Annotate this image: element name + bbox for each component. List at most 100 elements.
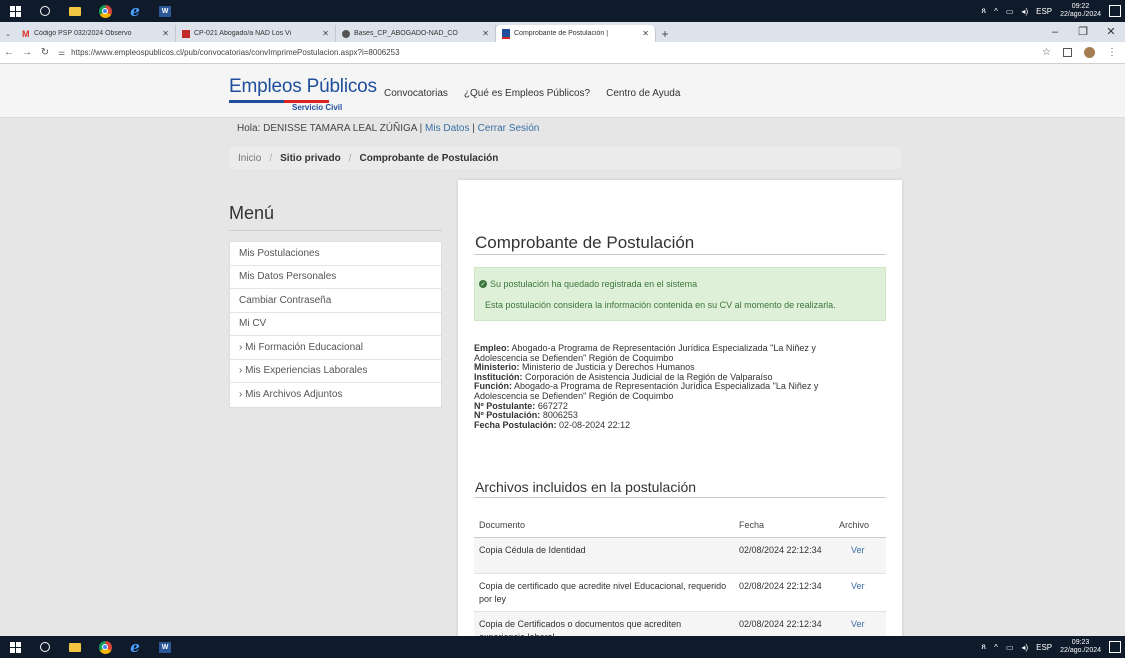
network-icon[interactable]: ▭ bbox=[1006, 643, 1014, 652]
separator: | bbox=[472, 123, 475, 134]
menu-item-formacion-educacional[interactable]: › Mi Formación Educacional bbox=[230, 336, 441, 360]
side-panel-icon[interactable] bbox=[1063, 48, 1072, 57]
detail-fecha: Fecha Postulación: 02-08-2024 22:12 bbox=[474, 419, 631, 430]
tray-chevron-icon[interactable]: ^ bbox=[994, 643, 998, 652]
word-icon[interactable]: W bbox=[150, 0, 180, 22]
browser-menu-icon[interactable]: ⋮ bbox=[1107, 47, 1117, 58]
people-icon[interactable]: ጸ bbox=[981, 642, 986, 652]
windows-taskbar-top: e W ጸ ^ ▭ ◂) ESP 09:22 22/ago./2024 bbox=[0, 0, 1125, 22]
title-divider bbox=[474, 254, 886, 255]
menu-item-mis-datos-personales[interactable]: Mis Datos Personales bbox=[230, 266, 441, 289]
language-indicator[interactable]: ESP bbox=[1036, 643, 1052, 652]
col-archivo: Archivo bbox=[834, 513, 886, 538]
word-icon[interactable]: W bbox=[150, 636, 180, 658]
close-tab-icon[interactable]: ✕ bbox=[482, 29, 489, 38]
check-circle-icon: ✓ bbox=[479, 280, 487, 288]
new-tab-icon[interactable]: + bbox=[656, 25, 674, 42]
browser-tab-3[interactable]: Comprobante de Postulación | ✕ bbox=[496, 25, 656, 42]
close-tab-icon[interactable]: ✕ bbox=[322, 29, 329, 38]
table-header-row: Documento Fecha Archivo bbox=[474, 513, 886, 538]
tab-title: Código PSP 032/2024 Observo bbox=[34, 30, 132, 37]
alert-message: Su postulación ha quedado registrada en … bbox=[490, 279, 698, 289]
brand-subtitle: Servicio Civil bbox=[292, 103, 343, 112]
reload-icon[interactable]: ↻ bbox=[36, 47, 54, 58]
side-menu: Mis Postulaciones Mis Datos Personales C… bbox=[229, 241, 442, 408]
alert-note: Esta postulación considera la informació… bbox=[485, 300, 836, 310]
volume-icon[interactable]: ◂) bbox=[1021, 643, 1028, 652]
windows-taskbar-bottom: e W ጸ ^ ▭ ◂) ESP 09:23 22/ago./2024 bbox=[0, 636, 1125, 658]
files-table: Documento Fecha Archivo Copia Cédula de … bbox=[474, 513, 886, 650]
internet-explorer-icon[interactable]: e bbox=[120, 0, 150, 22]
url-text: https://www.empleospublicos.cl/pub/convo… bbox=[71, 48, 400, 57]
row-document: Copia de certificado que acredite nivel … bbox=[474, 573, 734, 612]
row-date: 02/08/2024 22:12:34 bbox=[734, 537, 834, 574]
browser-tab-2[interactable]: Bases_CP_ABOGADO-NAD_CO ✕ bbox=[336, 25, 496, 42]
mis-datos-link[interactable]: Mis Datos bbox=[425, 123, 469, 134]
nav-centro-ayuda[interactable]: Centro de Ayuda bbox=[606, 88, 680, 99]
language-indicator[interactable]: ESP bbox=[1036, 7, 1052, 16]
browser-tab-strip: ⌄ M Código PSP 032/2024 Observo ✕ CP-021… bbox=[0, 22, 1125, 42]
internet-explorer-icon[interactable]: e bbox=[120, 636, 150, 658]
browser-tab-0[interactable]: M Código PSP 032/2024 Observo ✕ bbox=[16, 25, 176, 42]
site-logo[interactable]: Empleos Públicos Servicio Civil bbox=[229, 77, 377, 112]
address-bar: ← → ↻ ⚌ https://www.empleospublicos.cl/p… bbox=[0, 42, 1125, 64]
nav-que-es[interactable]: ¿Qué es Empleos Públicos? bbox=[464, 88, 590, 99]
profile-avatar-icon[interactable] bbox=[1084, 47, 1095, 58]
windows-start-icon[interactable] bbox=[0, 636, 30, 658]
clock-date: 22/ago./2024 bbox=[1060, 11, 1101, 18]
cerrar-sesion-link[interactable]: Cerrar Sesión bbox=[478, 123, 540, 134]
url-field[interactable]: ⚌ https://www.empleospublicos.cl/pub/con… bbox=[58, 48, 958, 57]
close-tab-icon[interactable]: ✕ bbox=[642, 29, 649, 38]
file-explorer-icon[interactable] bbox=[60, 0, 90, 22]
close-tab-icon[interactable]: ✕ bbox=[162, 29, 169, 38]
menu-item-mis-postulaciones[interactable]: Mis Postulaciones bbox=[230, 242, 441, 266]
nav-convocatorias[interactable]: Convocatorias bbox=[384, 88, 448, 99]
volume-icon[interactable]: ◂) bbox=[1021, 7, 1028, 16]
comprobante-panel: Comprobante de Postulación ✓ Su postulac… bbox=[458, 180, 902, 650]
clock[interactable]: 09:22 22/ago./2024 bbox=[1060, 3, 1101, 19]
site-info-icon[interactable]: ⚌ bbox=[58, 48, 65, 57]
network-icon[interactable]: ▭ bbox=[1006, 7, 1014, 16]
application-details: Empleo: Abogado-a Programa de Representa… bbox=[474, 343, 869, 430]
ver-link[interactable]: Ver bbox=[834, 537, 886, 574]
file-explorer-icon[interactable] bbox=[60, 636, 90, 658]
breadcrumb-inicio[interactable]: Inicio bbox=[238, 153, 261, 164]
forward-icon[interactable]: → bbox=[18, 47, 36, 58]
tray-chevron-icon[interactable]: ^ bbox=[994, 7, 998, 16]
tab-title: Bases_CP_ABOGADO-NAD_CO bbox=[354, 30, 458, 37]
clock[interactable]: 09:23 22/ago./2024 bbox=[1060, 639, 1101, 655]
detail-empleo: Empleo: Abogado-a Programa de Representa… bbox=[474, 343, 816, 363]
col-fecha: Fecha bbox=[734, 513, 834, 538]
minimize-icon[interactable]: – bbox=[1041, 25, 1069, 42]
bookmark-star-icon[interactable]: ☆ bbox=[1042, 47, 1051, 58]
cortana-search-icon[interactable] bbox=[30, 0, 60, 22]
files-section-title: Archivos incluidos en la postulación bbox=[475, 479, 697, 495]
menu-item-mi-cv[interactable]: Mi CV bbox=[230, 313, 441, 336]
empleos-favicon-icon bbox=[502, 28, 510, 39]
detail-funcion: Función: Abogado-a Programa de Represent… bbox=[474, 381, 819, 401]
cortana-search-icon[interactable] bbox=[30, 636, 60, 658]
breadcrumb: Inicio / Sitio privado / Comprobante de … bbox=[229, 147, 901, 169]
ver-link[interactable]: Ver bbox=[834, 573, 886, 612]
breadcrumb-sitio-privado[interactable]: Sitio privado bbox=[280, 153, 341, 164]
breadcrumb-separator: / bbox=[348, 152, 352, 164]
notifications-icon[interactable] bbox=[1109, 641, 1121, 653]
row-document: Copia Cédula de Identidad bbox=[474, 537, 734, 574]
close-window-icon[interactable]: ✕ bbox=[1097, 25, 1125, 42]
notifications-icon[interactable] bbox=[1109, 5, 1121, 17]
menu-item-cambiar-contrasena[interactable]: Cambiar Contraseña bbox=[230, 289, 441, 313]
user-greeting-line: Hola: DENISSE TAMARA LEAL ZÚÑIGA | Mis D… bbox=[237, 123, 539, 134]
browser-tab-1[interactable]: CP-021 Abogado/a NAD Los Vi ✕ bbox=[176, 25, 336, 42]
tab-title: CP-021 Abogado/a NAD Los Vi bbox=[194, 30, 292, 37]
restore-icon[interactable]: ❐ bbox=[1069, 25, 1097, 42]
chrome-icon[interactable] bbox=[90, 0, 120, 22]
row-date: 02/08/2024 22:12:34 bbox=[734, 573, 834, 612]
back-icon[interactable]: ← bbox=[0, 47, 18, 58]
chrome-icon[interactable] bbox=[90, 636, 120, 658]
success-alert: ✓ Su postulación ha quedado registrada e… bbox=[474, 267, 886, 321]
people-icon[interactable]: ጸ bbox=[981, 6, 986, 16]
windows-start-icon[interactable] bbox=[0, 0, 30, 22]
menu-item-archivos-adjuntos[interactable]: › Mis Archivos Adjuntos bbox=[230, 383, 441, 407]
menu-item-experiencias-laborales[interactable]: › Mis Experiencias Laborales bbox=[230, 360, 441, 383]
tab-search-chevron-icon[interactable]: ⌄ bbox=[0, 25, 16, 42]
